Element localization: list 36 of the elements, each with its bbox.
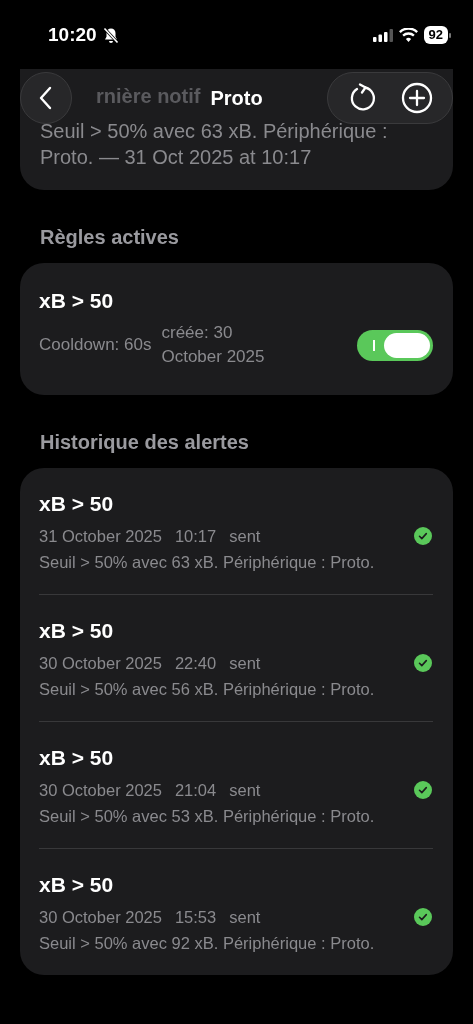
alert-status: sent bbox=[229, 907, 261, 927]
screen-title: Proto bbox=[210, 86, 263, 109]
alert-message: Seuil > 50% avec 63 xB. Périphérique : Proto. bbox=[39, 553, 376, 572]
rule-name: xB > 50 bbox=[39, 289, 115, 313]
alert-time: 15:53 bbox=[174, 907, 217, 927]
notification-message: Seuil > 50% avec 63 xB. Périphérique : Proto. — 31 Oct 2025 at 10:17 bbox=[40, 119, 389, 170]
alert-time: 22:40 bbox=[174, 653, 217, 673]
battery-icon: 92 bbox=[423, 26, 451, 44]
toggle-switch[interactable] bbox=[357, 329, 433, 361]
alert-time: 10:17 bbox=[174, 526, 217, 546]
plus-circle-icon bbox=[400, 82, 433, 114]
alert-message: Seuil > 50% avec 53 xB. Périphérique : Proto. bbox=[39, 807, 376, 826]
alert-title: xB > 50 bbox=[39, 746, 115, 770]
alert-time: 21:04 bbox=[174, 780, 217, 800]
alert-title: xB > 50 bbox=[39, 873, 115, 897]
chevron-left-icon bbox=[39, 86, 53, 110]
alert-status: sent bbox=[229, 653, 261, 673]
alert-title: xB > 50 bbox=[39, 619, 115, 643]
alert-date: 30 October 2025 bbox=[39, 653, 162, 673]
card-title: rnière notif bbox=[96, 85, 201, 108]
alert-date: 30 October 2025 bbox=[39, 780, 162, 800]
alert-status: sent bbox=[229, 526, 261, 546]
signal-icon bbox=[372, 28, 393, 42]
section-heading: Historique des alertes bbox=[40, 431, 249, 453]
alert-status: sent bbox=[229, 780, 261, 800]
created-date: créée: 30 October 2025 bbox=[161, 322, 266, 368]
alert-message: Seuil > 50% avec 92 xB. Périphérique : Proto. bbox=[39, 934, 376, 953]
cooldown-label: Cooldown: 60s bbox=[39, 335, 152, 355]
bell-slash-icon bbox=[102, 26, 119, 44]
alert-title: xB > 50 bbox=[39, 492, 115, 516]
alert-date: 30 October 2025 bbox=[39, 907, 162, 927]
alert-date: 31 October 2025 bbox=[39, 526, 162, 546]
wifi-icon bbox=[398, 28, 418, 42]
alert-message: Seuil > 50% avec 56 xB. Périphérique : Proto. bbox=[39, 680, 376, 699]
section-heading: Règles actives bbox=[40, 226, 179, 248]
clock-time: 10:20 bbox=[48, 24, 97, 46]
